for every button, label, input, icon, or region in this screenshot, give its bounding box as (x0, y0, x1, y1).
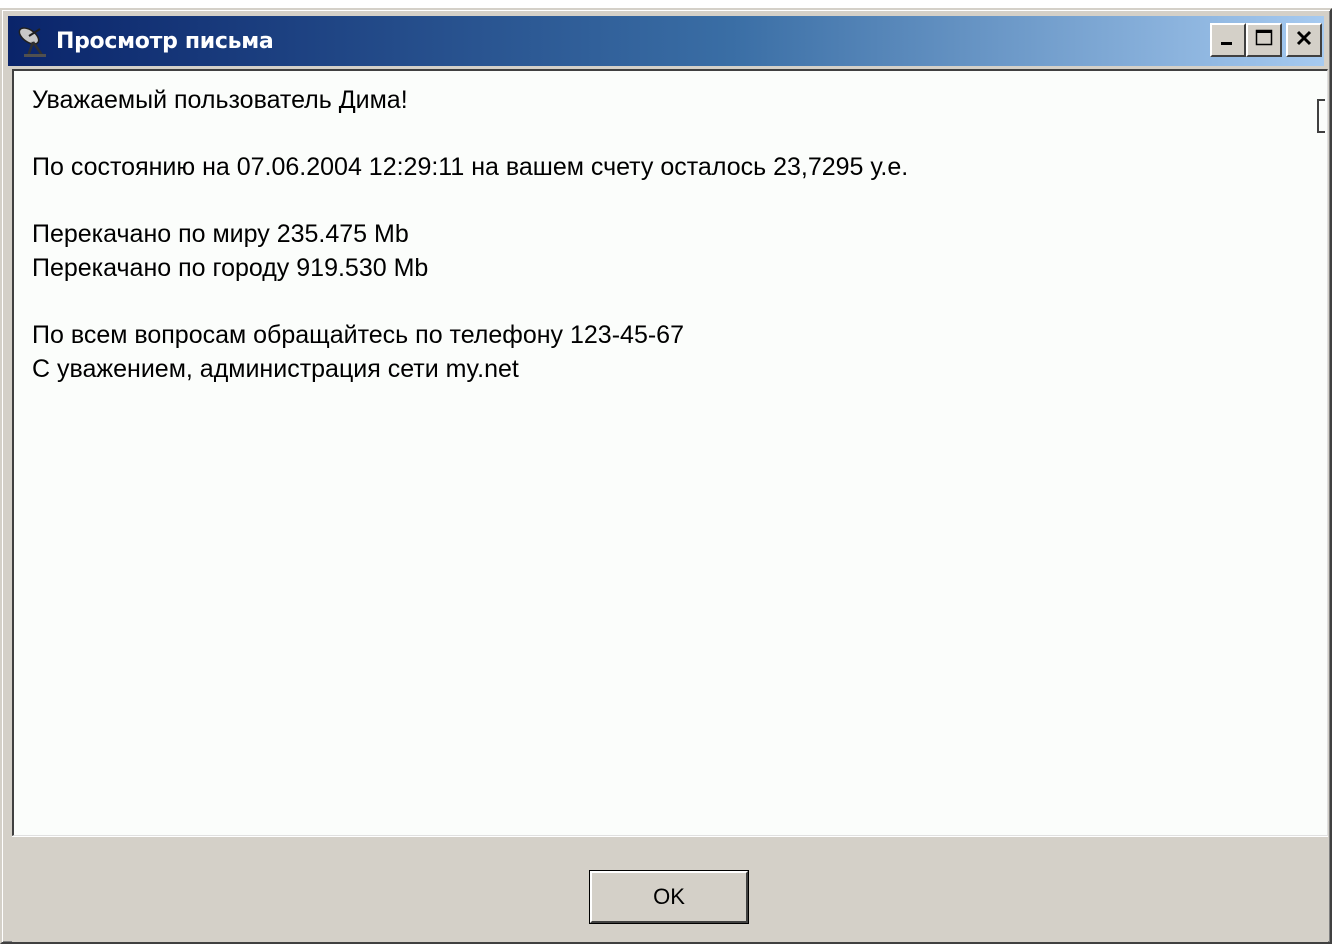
scrollbar-edge (1317, 99, 1325, 133)
minimize-icon (1218, 28, 1238, 53)
message-view-window: Просмотр письма Уважаемый пользователь Д… (0, 8, 1332, 944)
title-bar[interactable]: Просмотр письма (8, 16, 1324, 66)
satellite-dish-icon (14, 21, 54, 61)
ok-button[interactable]: OK (590, 871, 748, 923)
traffic-world-text: Перекачано по миру 235.475 Mb (32, 220, 409, 248)
balance-text: По состоянию на 07.06.2004 12:29:11 на в… (32, 153, 909, 181)
maximize-button[interactable] (1246, 23, 1282, 57)
maximize-icon (1254, 28, 1274, 53)
traffic-city-text: Перекачано по городу 919.530 Mb (32, 254, 429, 282)
message-body[interactable]: Уважаемый пользователь Дима! По состояни… (12, 69, 1328, 836)
contact-text: По всем вопросам обращайтесь по телефону… (32, 321, 684, 349)
window-title: Просмотр письма (56, 28, 274, 54)
close-button[interactable] (1286, 23, 1322, 57)
signature-text: С уважением, администрация сети my.net (32, 355, 519, 383)
minimize-button[interactable] (1210, 23, 1246, 57)
button-panel: OK (12, 836, 1328, 942)
close-icon (1294, 28, 1314, 53)
greeting-text: Уважаемый пользователь Дима! (32, 86, 408, 114)
window-controls (1210, 23, 1322, 59)
